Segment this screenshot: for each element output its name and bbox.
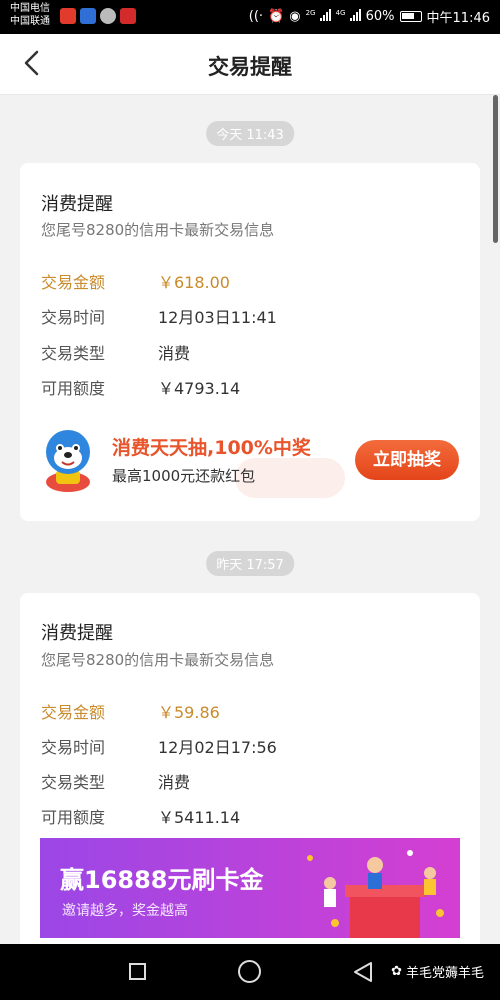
notification-app-icon: [120, 8, 136, 24]
page-title: 交易提醒: [208, 55, 292, 79]
net-type-label: 4G: [335, 8, 346, 17]
row-label: 可用额度: [41, 379, 106, 398]
net-type-label: 2G: [305, 8, 316, 17]
row-value: 12月02日17:56: [158, 738, 277, 757]
carrier-1: 中国电信: [10, 3, 50, 14]
row-label: 可用额度: [41, 808, 106, 827]
status-bar: 中国电信 中国联通 ((· ⏰ ◉ 2G 4G 60% 中午11:46: [0, 0, 500, 34]
row-label: 交易类型: [41, 773, 106, 792]
mascot-dog-icon: [46, 430, 90, 492]
card-title: 消费提醒: [41, 623, 113, 644]
row-value: 消费: [158, 344, 191, 363]
row-value: ￥618.00: [158, 273, 230, 292]
battery-icon: [399, 11, 422, 22]
banner-subline: 最高1000元还款红包: [112, 467, 256, 485]
carrier-2: 中国联通: [10, 16, 50, 27]
status-right: ((· ⏰ ◉ 2G 4G 60% 中午11:46: [249, 7, 490, 26]
recent-apps-icon[interactable]: [129, 963, 146, 980]
clock: 中午11:46: [426, 11, 490, 26]
row-value: ￥5411.14: [158, 808, 241, 827]
row-value: ￥4793.14: [158, 379, 241, 398]
lottery-banner[interactable]: 消费天天抽,100%中奖 最高1000元还款红包 立即抽奖: [20, 418, 480, 518]
draw-now-button[interactable]: 立即抽奖: [355, 440, 459, 480]
home-icon[interactable]: [238, 960, 261, 983]
scrollbar[interactable]: [493, 95, 498, 243]
signal-icon-2: 4G: [335, 8, 361, 25]
carrier-labels: 中国电信 中国联通: [10, 2, 50, 28]
notification-app-icon: [80, 8, 96, 24]
banner-subline: 邀请越多，奖金越高: [62, 903, 188, 919]
card-subtitle: 您尾号8280的信用卡最新交易信息: [41, 221, 275, 239]
notification-icons: [60, 8, 136, 24]
time-pill: 昨天 17:57: [206, 551, 294, 576]
card-subtitle: 您尾号8280的信用卡最新交易信息: [41, 651, 275, 669]
watermark-text: 羊毛党薅羊毛: [405, 966, 484, 981]
app-header: 交易提醒: [0, 34, 500, 95]
notification-app-icon: [60, 8, 76, 24]
row-label: 交易类型: [41, 344, 106, 363]
row-value: 12月03日11:41: [158, 308, 277, 327]
message-card: 消费提醒 您尾号8280的信用卡最新交易信息 交易金额 ￥59.86 交易时间 …: [20, 593, 480, 944]
row-label: 交易金额: [41, 703, 106, 722]
nav-back-icon[interactable]: [352, 961, 374, 983]
celebration-illustration-icon: [307, 850, 444, 938]
alarm-icon: ⏰: [268, 9, 285, 24]
row-label: 交易金额: [41, 273, 106, 292]
signal-icon-1: 2G: [305, 8, 331, 25]
row-label: 交易时间: [41, 738, 106, 757]
row-value: 消费: [158, 773, 191, 792]
row-value: ￥59.86: [158, 703, 220, 722]
message-card: 消费提醒 您尾号8280的信用卡最新交易信息 交易金额 ￥618.00 交易时间…: [20, 163, 480, 521]
battery-percent: 60%: [365, 9, 395, 24]
wechat-icon: ✿: [391, 964, 402, 979]
banner-headline: 消费天天抽,100%中奖: [112, 437, 311, 459]
system-nav-bar: ✿ 羊毛党薅羊毛: [0, 944, 500, 1000]
time-pill: 今天 11:43: [206, 121, 294, 146]
message-icon: [100, 8, 116, 24]
nfc-icon: ((·: [248, 9, 264, 24]
eye-icon: ◉: [289, 9, 301, 24]
banner-headline: 赢16888元刷卡金: [60, 866, 264, 894]
watermark: ✿ 羊毛党薅羊毛: [391, 962, 484, 981]
cashback-banner[interactable]: 赢16888元刷卡金 邀请越多，奖金越高: [40, 838, 460, 938]
card-title: 消费提醒: [41, 194, 113, 215]
row-label: 交易时间: [41, 308, 106, 327]
